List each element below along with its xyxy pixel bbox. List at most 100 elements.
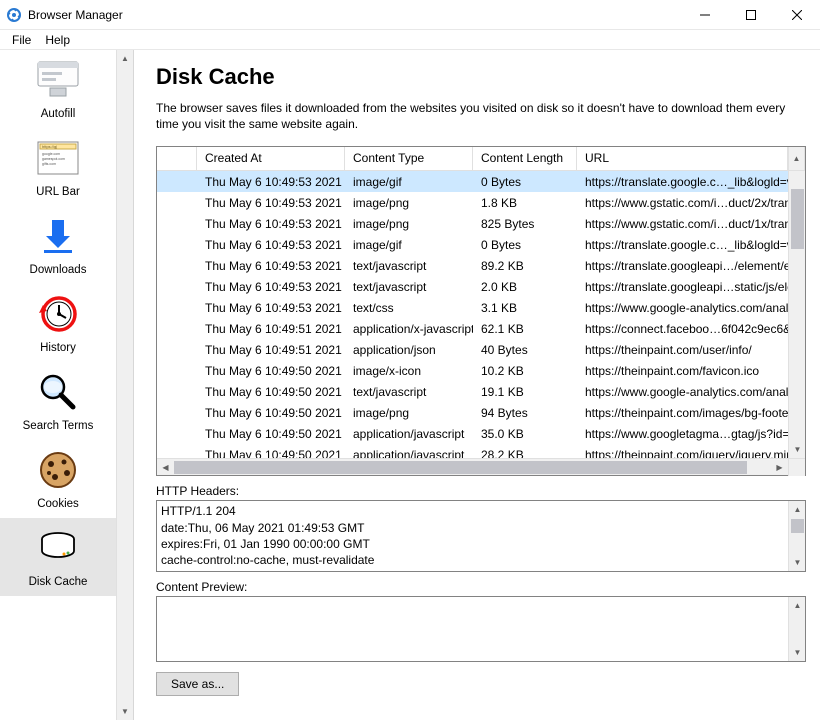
table-row[interactable]: Thu May 6 10:49:50 2021image/png94 Bytes… [157, 402, 788, 423]
sidebar-item-autofill[interactable]: Autofill [0, 50, 116, 128]
titlebar: Browser Manager [0, 0, 820, 30]
sidebar-item-diskcache[interactable]: Disk Cache [0, 518, 116, 596]
cell-type: image/x-icon [345, 364, 473, 378]
cell-created: Thu May 6 10:49:53 2021 [197, 175, 345, 189]
sidebar-item-cookies[interactable]: Cookies [0, 440, 116, 518]
close-button[interactable] [774, 0, 820, 30]
cell-url: https://www.gstatic.com/i…duct/2x/transl [577, 196, 788, 210]
column-header-url[interactable]: URL [577, 147, 788, 170]
table-row[interactable]: Thu May 6 10:49:53 2021text/css3.1 KBhtt… [157, 297, 788, 318]
window-title: Browser Manager [28, 8, 123, 22]
cell-created: Thu May 6 10:49:50 2021 [197, 364, 345, 378]
cell-created: Thu May 6 10:49:50 2021 [197, 427, 345, 441]
scroll-up-icon[interactable]: ▲ [789, 501, 806, 518]
cell-url: https://www.google-analytics.com/analyt [577, 301, 788, 315]
cell-created: Thu May 6 10:49:51 2021 [197, 343, 345, 357]
column-header-created[interactable]: Created At [197, 147, 345, 170]
content-preview-box[interactable]: ▲ ▼ [156, 596, 806, 662]
column-header-length[interactable]: Content Length [473, 147, 577, 170]
table-row[interactable]: Thu May 6 10:49:50 2021application/javas… [157, 423, 788, 444]
content-preview-text [157, 597, 788, 661]
cell-length: 0 Bytes [473, 175, 577, 189]
scroll-right-icon[interactable]: ▶ [771, 459, 788, 476]
cell-url: https://translate.google.c…_lib&logld=vT… [577, 238, 788, 252]
sidebar-item-downloads[interactable]: Downloads [0, 206, 116, 284]
table-vertical-scrollbar[interactable]: ▼ [788, 171, 805, 458]
diskcache-icon [34, 524, 82, 572]
cell-type: application/json [345, 343, 473, 357]
cell-type: application/javascript [345, 448, 473, 459]
sidebar-item-history[interactable]: History [0, 284, 116, 362]
save-as-button[interactable]: Save as... [156, 672, 239, 696]
cell-type: image/gif [345, 238, 473, 252]
table-row[interactable]: Thu May 6 10:49:53 2021image/png825 Byte… [157, 213, 788, 234]
history-icon [34, 290, 82, 338]
cell-length: 62.1 KB [473, 322, 577, 336]
cell-url: https://connect.faceboo…6f042c9ec6&ua [577, 322, 788, 336]
app-icon [6, 7, 22, 23]
cell-url: https://translate.google.c…_lib&logld=vT… [577, 175, 788, 189]
scroll-down-icon[interactable]: ▼ [789, 441, 805, 458]
menu-file[interactable]: File [6, 31, 37, 49]
http-headers-label: HTTP Headers: [156, 484, 806, 498]
cell-length: 19.1 KB [473, 385, 577, 399]
urlbar-icon: https://g| google.com gamespot.com gifts… [34, 134, 82, 182]
scroll-left-icon[interactable]: ◀ [157, 459, 174, 476]
minimize-button[interactable] [682, 0, 728, 30]
scrollbar-thumb[interactable] [791, 519, 804, 533]
sidebar-item-urlbar[interactable]: https://g| google.com gamespot.com gifts… [0, 128, 116, 206]
table-row[interactable]: Thu May 6 10:49:51 2021application/json4… [157, 339, 788, 360]
scroll-up-icon[interactable]: ▲ [117, 50, 134, 67]
sidebar-item-searchterms[interactable]: Search Terms [0, 362, 116, 440]
table-row[interactable]: Thu May 6 10:49:50 2021image/x-icon10.2 … [157, 360, 788, 381]
table-row[interactable]: Thu May 6 10:49:53 2021text/javascript2.… [157, 276, 788, 297]
http-headers-box[interactable]: HTTP/1.1 204 date:Thu, 06 May 2021 01:49… [156, 500, 806, 572]
scrollbar-thumb[interactable] [174, 461, 747, 474]
maximize-button[interactable] [728, 0, 774, 30]
cell-length: 94 Bytes [473, 406, 577, 420]
sidebar-scrollbar[interactable]: ▲ ▼ [116, 50, 133, 720]
table-row[interactable]: Thu May 6 10:49:53 2021image/gif0 Bytesh… [157, 171, 788, 192]
table-row[interactable]: Thu May 6 10:49:50 2021text/javascript19… [157, 381, 788, 402]
column-header-icon[interactable] [157, 147, 197, 170]
scroll-down-icon[interactable]: ▼ [117, 703, 134, 720]
preview-scrollbar[interactable]: ▲ ▼ [788, 597, 805, 661]
sidebar-item-label: Disk Cache [0, 576, 116, 588]
svg-text:google.com: google.com [42, 152, 60, 156]
table-row[interactable]: Thu May 6 10:49:53 2021image/gif0 Bytesh… [157, 234, 788, 255]
scroll-down-icon[interactable]: ▼ [789, 554, 806, 571]
cell-length: 89.2 KB [473, 259, 577, 273]
cookies-icon [34, 446, 82, 494]
cell-length: 3.1 KB [473, 301, 577, 315]
cell-length: 2.0 KB [473, 280, 577, 294]
sidebar-item-label: Downloads [0, 264, 116, 276]
cell-created: Thu May 6 10:49:53 2021 [197, 301, 345, 315]
table-row[interactable]: Thu May 6 10:49:53 2021text/javascript89… [157, 255, 788, 276]
scrollbar-thumb[interactable] [791, 189, 804, 249]
cell-created: Thu May 6 10:49:53 2021 [197, 217, 345, 231]
table-header: Created At Content Type Content Length U… [157, 147, 805, 171]
scroll-down-icon[interactable]: ▼ [789, 644, 806, 661]
table-row[interactable]: Thu May 6 10:49:50 2021application/javas… [157, 444, 788, 458]
cell-url: https://theinpaint.com/images/bg-footer- [577, 406, 788, 420]
cell-length: 40 Bytes [473, 343, 577, 357]
cell-url: https://www.gstatic.com/i…duct/1x/transl [577, 217, 788, 231]
column-header-type[interactable]: Content Type [345, 147, 473, 170]
sidebar-item-label: History [0, 342, 116, 354]
scroll-up-icon[interactable]: ▲ [789, 597, 806, 614]
cell-created: Thu May 6 10:49:53 2021 [197, 280, 345, 294]
page-title: Disk Cache [156, 64, 806, 90]
cell-created: Thu May 6 10:49:53 2021 [197, 238, 345, 252]
cell-length: 10.2 KB [473, 364, 577, 378]
table-row[interactable]: Thu May 6 10:49:53 2021image/png1.8 KBht… [157, 192, 788, 213]
menu-help[interactable]: Help [39, 31, 76, 49]
cell-type: image/gif [345, 175, 473, 189]
cell-type: image/png [345, 406, 473, 420]
table-row[interactable]: Thu May 6 10:49:51 2021application/x-jav… [157, 318, 788, 339]
svg-text:gamespot.com: gamespot.com [42, 157, 65, 161]
cell-length: 28.2 KB [473, 448, 577, 459]
headers-scrollbar[interactable]: ▲ ▼ [788, 501, 805, 571]
cell-url: https://theinpaint.com/jquery/jquery.min [577, 448, 788, 459]
scroll-up-icon[interactable]: ▲ [788, 147, 805, 170]
table-horizontal-scrollbar[interactable]: ◀ ▶ [157, 458, 805, 475]
